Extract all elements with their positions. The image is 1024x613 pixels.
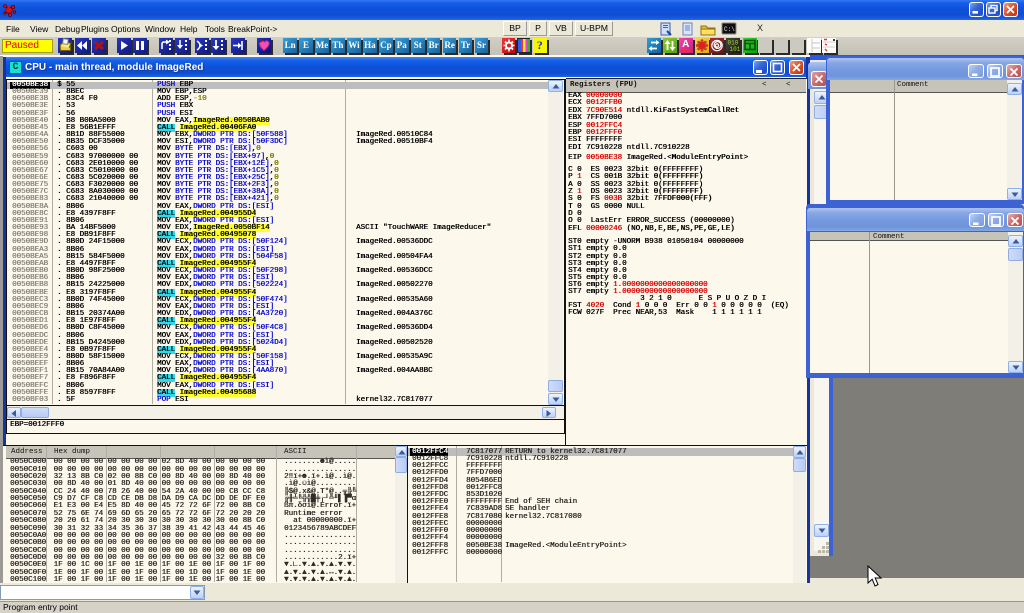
svg-text:101: 101 [730, 46, 741, 53]
svg-text:C:\: C:\ [724, 26, 735, 33]
